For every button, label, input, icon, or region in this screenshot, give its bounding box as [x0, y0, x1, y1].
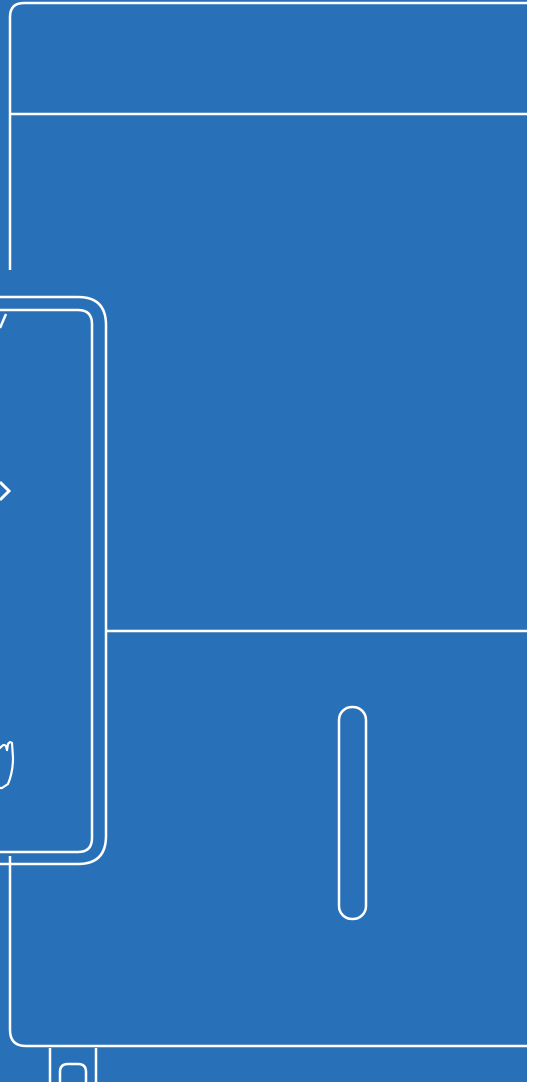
- illustration-stage: [0, 0, 534, 1082]
- blue-background: [0, 0, 527, 1082]
- right-margin: [527, 0, 534, 1082]
- appliance-illustration: [0, 0, 534, 1082]
